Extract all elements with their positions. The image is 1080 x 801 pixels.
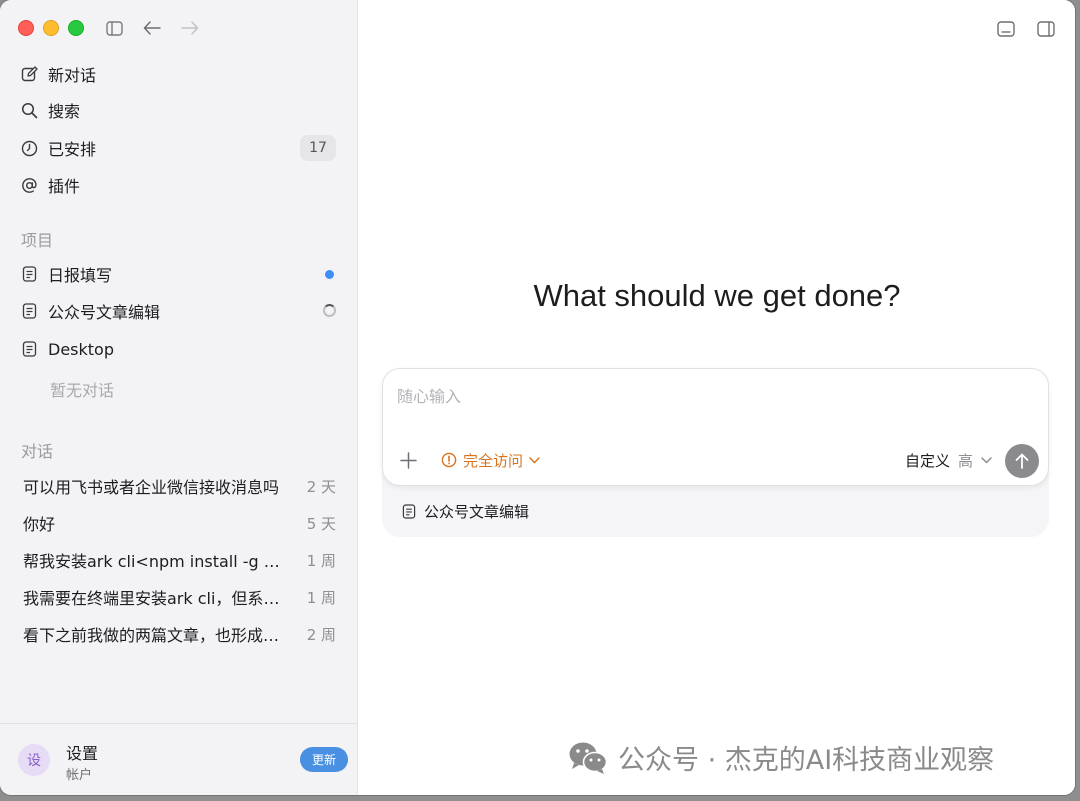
- search-icon: [20, 101, 38, 119]
- unread-dot: [325, 270, 334, 279]
- send-button[interactable]: [1005, 444, 1039, 478]
- project-chip-label: 公众号文章编辑: [424, 503, 530, 521]
- forward-button[interactable]: [180, 18, 200, 38]
- nav-new-chat[interactable]: 新对话: [10, 57, 348, 91]
- minimize-window-button[interactable]: [43, 20, 59, 36]
- conversation-item[interactable]: 你好 5 天: [10, 506, 348, 540]
- model-dropdown[interactable]: 自定义 高: [905, 449, 992, 471]
- conversation-title: 可以用飞书或者企业微信接收消息吗: [23, 478, 280, 497]
- conversation-item[interactable]: 我需要在终端里安装ark cli，但系统提示权限不足 1 周: [10, 580, 348, 614]
- nav-label: 新对话: [48, 66, 97, 85]
- project-label: 公众号文章编辑: [48, 303, 161, 322]
- project-item[interactable]: 公众号文章编辑: [10, 294, 348, 328]
- arrow-right-icon: [181, 21, 199, 35]
- nav-plugins[interactable]: 插件: [10, 168, 348, 202]
- composer: 完全访问 自定义 高: [382, 368, 1049, 486]
- sidebar: 新对话 搜索 已安排 17 插件 项目 日报填写 公众号文章编辑 Desktop…: [0, 0, 358, 795]
- toggle-right-panel-button[interactable]: [1035, 18, 1057, 40]
- chevron-down-icon: [981, 456, 992, 463]
- document-icon: [402, 504, 416, 519]
- conversation-title: 看下之前我做的两篇文章，也形成一个模板: [23, 626, 295, 645]
- add-attachment-button[interactable]: [397, 449, 419, 471]
- conversation-time: 1 周: [306, 588, 336, 607]
- reasoning-level-label: 高: [957, 451, 973, 470]
- access-mode-dropdown[interactable]: 完全访问: [441, 449, 540, 471]
- close-window-button[interactable]: [18, 20, 34, 36]
- document-icon: [20, 302, 38, 320]
- nav-scheduled[interactable]: 已安排 17: [10, 131, 348, 165]
- conversation-title: 我需要在终端里安装ark cli，但系统提示权限不足: [23, 589, 295, 608]
- conversation-item[interactable]: 看下之前我做的两篇文章，也形成一个模板 2 周: [10, 617, 348, 651]
- edit-icon: [20, 65, 38, 83]
- bottom-panel-icon: [997, 21, 1015, 37]
- project-chip[interactable]: 公众号文章编辑: [402, 501, 529, 522]
- main-panel: What should we get done? 完全访问 自定义 高: [359, 0, 1075, 795]
- conversation-time: 2 周: [306, 625, 336, 644]
- at-icon: [20, 176, 38, 194]
- conversation-time: 5 天: [306, 514, 336, 533]
- conversation-item[interactable]: 帮我安装ark cli<npm install -g @volcengine/a…: [10, 543, 348, 577]
- scheduled-count-badge: 17: [300, 135, 336, 161]
- avatar[interactable]: 设: [18, 744, 50, 776]
- conversation-time: 1 周: [306, 551, 336, 570]
- nav-label: 插件: [48, 177, 81, 196]
- document-icon: [20, 340, 38, 358]
- sidebar-footer: 设 设置 帐户 更新: [0, 723, 358, 795]
- conversation-time: 2 天: [306, 477, 336, 496]
- nav-label: 已安排: [48, 140, 97, 159]
- message-input[interactable]: [397, 387, 1017, 406]
- arrow-up-icon: [1015, 453, 1029, 469]
- nav-label: 搜索: [48, 102, 81, 121]
- sidebar-icon: [105, 20, 123, 36]
- account-subtitle: 帐户: [66, 768, 93, 783]
- wechat-icon: [569, 742, 608, 774]
- conversations-section-label: 对话: [21, 442, 54, 461]
- conversation-item[interactable]: 可以用飞书或者企业微信接收消息吗 2 天: [10, 469, 348, 503]
- chevron-down-icon: [529, 456, 540, 463]
- empty-project-note: 暂无对话: [50, 381, 115, 400]
- arrow-left-icon: [143, 21, 161, 35]
- warning-shield-icon: [441, 452, 457, 468]
- conversation-title: 你好: [23, 515, 56, 534]
- watermark: 公众号 · 杰克的AI科技商业观察: [568, 738, 994, 777]
- plus-icon: [399, 451, 417, 469]
- project-label: Desktop: [48, 339, 114, 359]
- hero-title: What should we get done?: [533, 278, 901, 313]
- update-button[interactable]: 更新: [300, 747, 348, 772]
- zoom-window-button[interactable]: [68, 20, 84, 36]
- clock-icon: [20, 139, 38, 157]
- back-button[interactable]: [142, 18, 162, 38]
- project-item[interactable]: Desktop: [10, 332, 348, 366]
- toggle-sidebar-button[interactable]: [104, 18, 124, 38]
- nav-search[interactable]: 搜索: [10, 93, 348, 127]
- watermark-text: 公众号 · 杰克的AI科技商业观察: [618, 745, 995, 776]
- document-icon: [20, 265, 38, 283]
- access-mode-label: 完全访问: [463, 451, 524, 470]
- projects-section-label: 项目: [21, 231, 54, 250]
- model-label: 自定义: [904, 451, 950, 470]
- window-controls: [18, 20, 84, 36]
- project-label: 日报填写: [48, 266, 113, 285]
- settings-title[interactable]: 设置: [66, 740, 98, 764]
- right-panel-icon: [1037, 21, 1055, 37]
- loading-spinner: [323, 304, 336, 317]
- app-window: 新对话 搜索 已安排 17 插件 项目 日报填写 公众号文章编辑 Desktop…: [0, 0, 1075, 795]
- composer-container: 完全访问 自定义 高 公众号文章编辑: [382, 368, 1049, 537]
- conversation-title: 帮我安装ark cli<npm install -g @volcengine/a…: [23, 552, 295, 571]
- project-item[interactable]: 日报填写: [10, 257, 348, 291]
- toggle-terminal-button[interactable]: [995, 18, 1017, 40]
